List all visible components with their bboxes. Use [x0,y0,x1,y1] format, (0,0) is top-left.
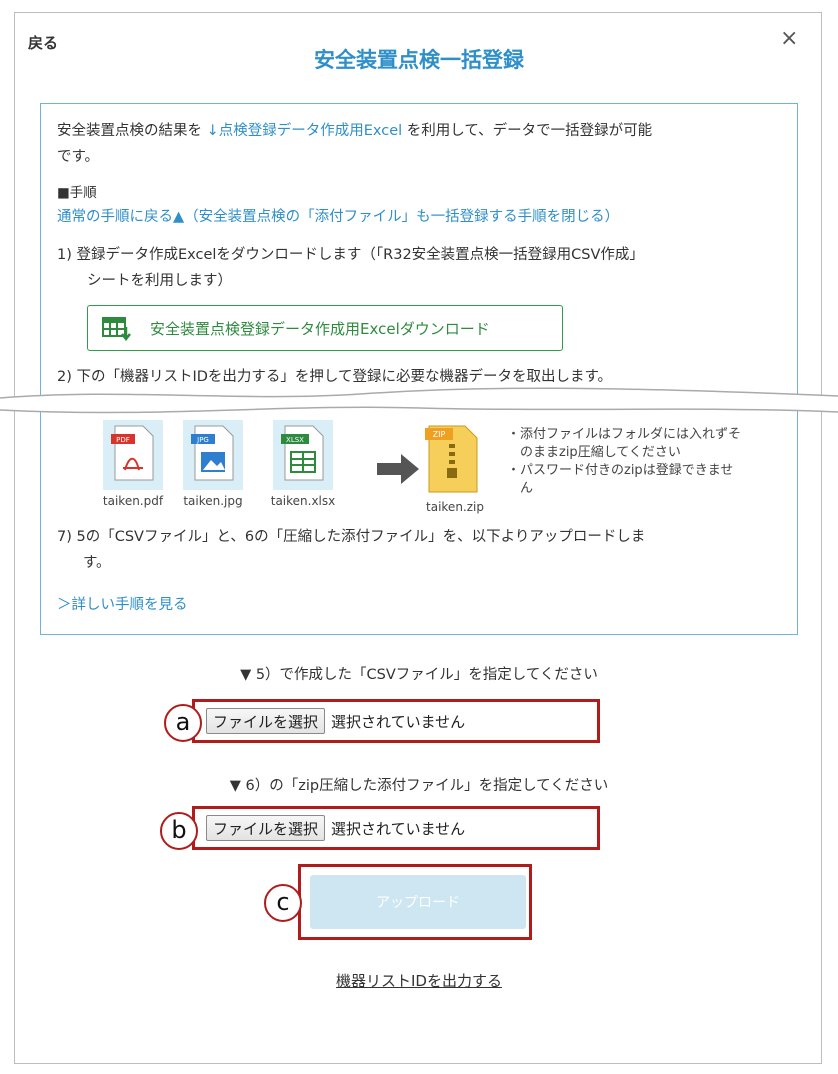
dialog-title: 安全装置点検一括登録 [314,48,524,72]
torn-edge-divider [0,387,838,414]
excel-download-button[interactable]: 安全装置点検登録データ作成用Excelダウンロード [87,305,563,351]
note-line-2: のままzip圧縮してください [507,445,681,460]
procedure-heading: ■手順 [57,185,97,201]
note-line-3: ・パスワード付きのzipは登録できませ [507,463,734,478]
return-link[interactable]: 通常の手順に戻る▲ [57,209,184,225]
intro-text: 安全装置点検の結果を [57,123,202,139]
excel-download-label: 安全装置点検登録データ作成用Excelダウンロード [150,319,490,338]
annotation-marker-b: b [160,812,198,850]
file-caption-xlsx: taiken.xlsx [270,494,336,508]
instructions-bottom: PDF JPG XLSX taiken.pdf taiken.jpg taike… [41,402,797,634]
svg-text:JPG: JPG [196,436,209,444]
spreadsheet-icon [102,317,132,342]
svg-text:PDF: PDF [116,436,130,444]
annotation-box-a [192,699,600,743]
file-caption-pdf: taiken.pdf [102,494,164,508]
details-link[interactable]: ＞詳しい手順を見る [57,592,188,618]
arrow-right-icon [375,452,421,490]
annotation-box-c [298,864,532,940]
zip-file-icon: ZIP [425,422,481,500]
svg-text:XLSX: XLSX [286,436,304,444]
export-device-list-link[interactable]: 機器リストIDを出力する [0,970,838,991]
annotation-box-b [192,806,600,850]
intro-line-2: です。 [57,149,100,165]
file-caption-jpg: taiken.jpg [183,494,243,508]
annotation-marker-c: c [264,884,302,922]
zip-field-label: ▼ 6）の「zip圧縮した添付ファイル」を指定してください [229,778,609,794]
excel-link[interactable]: ↓点検登録データ作成用Excel [207,123,403,139]
return-line: 通常の手順に戻る▲（安全装置点検の「添付ファイル」も一括登録する手順を閉じる） [57,204,619,230]
step7-text-2: す。 [83,555,111,571]
step1-text-2: シートを利用します） [87,273,232,289]
return-note: （安全装置点検の「添付ファイル」も一括登録する手順を閉じる） [184,209,620,225]
note-line-4: ん [507,481,534,496]
intro-text-post: を利用して、データで一括登録が可能 [406,123,653,139]
zip-caption: taiken.zip [426,500,484,514]
instructions-panel: 安全装置点検の結果を ↓点検登録データ作成用Excel を利用して、データで一括… [40,103,798,635]
step7-text: 7) 5の「CSVファイル」と、6の「圧縮した添付ファイル」を、以下よりアップロ… [57,529,646,545]
annotation-marker-a: a [164,704,202,742]
instructions-top: 安全装置点検の結果を ↓点検登録データ作成用Excel を利用して、データで一括… [41,104,797,396]
csv-field-label: ▼ 5）で作成した「CSVファイル」を指定してください [240,667,598,683]
step1-text: 1) 登録データ作成Excelをダウンロードします（「R32安全装置点検一括登録… [57,247,644,263]
intro-line: 安全装置点検の結果を ↓点検登録データ作成用Excel を利用して、データで一括… [57,118,652,144]
